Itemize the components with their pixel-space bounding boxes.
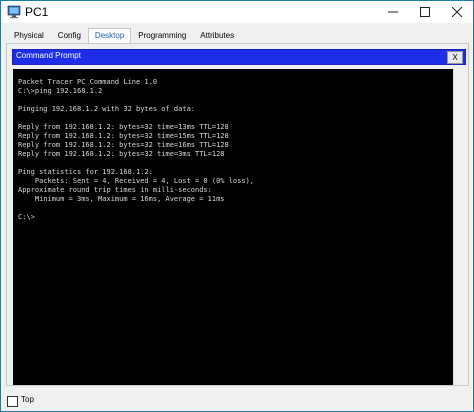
command-prompt-header: Command Prompt X bbox=[12, 49, 466, 65]
tab-attributes[interactable]: Attributes bbox=[193, 28, 241, 43]
window-title: PC1 bbox=[25, 5, 49, 19]
terminal-line: Minimum = 3ms, Maximum = 16ms, Average =… bbox=[18, 195, 225, 203]
terminal-scrollbar[interactable] bbox=[453, 69, 464, 385]
tab-physical[interactable]: Physical bbox=[7, 28, 51, 43]
terminal-output[interactable]: Packet Tracer PC Command Line 1.0 C:\>pi… bbox=[13, 69, 453, 385]
terminal-line: Packet Tracer PC Command Line 1.0 bbox=[18, 78, 158, 86]
terminal-line: Reply from 192.168.1.2: bytes=32 time=3m… bbox=[18, 150, 225, 158]
command-prompt-title: Command Prompt bbox=[16, 51, 81, 60]
pc1-window: PC1 Physical Config Desktop Programming … bbox=[0, 0, 474, 412]
pc-monitor-icon bbox=[7, 5, 21, 19]
command-prompt-close-button[interactable]: X bbox=[447, 51, 463, 64]
minimize-button[interactable] bbox=[377, 1, 409, 23]
terminal-line: Reply from 192.168.1.2: bytes=32 time=13… bbox=[18, 123, 229, 131]
terminal-line: C:\>ping 192.168.1.2 bbox=[18, 87, 103, 95]
top-checkbox[interactable] bbox=[7, 396, 18, 407]
top-label: Top bbox=[21, 395, 34, 404]
close-icon bbox=[452, 7, 462, 17]
title-bar[interactable]: PC1 bbox=[1, 1, 473, 23]
tab-desktop[interactable]: Desktop bbox=[87, 28, 132, 43]
maximize-button[interactable] bbox=[409, 1, 441, 23]
terminal-line: Ping statistics for 192.168.1.2: bbox=[18, 168, 153, 176]
terminal-line: Approximate round trip times in milli-se… bbox=[18, 186, 212, 194]
tab-config[interactable]: Config bbox=[51, 28, 88, 43]
bottom-bar: Top bbox=[1, 389, 473, 411]
tab-programming[interactable]: Programming bbox=[131, 28, 193, 43]
maximize-icon bbox=[420, 7, 430, 17]
terminal-line: Packets: Sent = 4, Received = 4, Lost = … bbox=[18, 177, 255, 185]
minimize-icon bbox=[388, 11, 398, 13]
tab-bar: Physical Config Desktop Programming Attr… bbox=[7, 28, 241, 43]
close-button[interactable] bbox=[441, 1, 473, 23]
desktop-panel: Command Prompt X Packet Tracer PC Comman… bbox=[6, 43, 469, 386]
terminal-line: Reply from 192.168.1.2: bytes=32 time=15… bbox=[18, 132, 229, 140]
terminal-line: Reply from 192.168.1.2: bytes=32 time=16… bbox=[18, 141, 229, 149]
terminal-line: Pinging 192.168.1.2 with 32 bytes of dat… bbox=[18, 105, 196, 113]
terminal-prompt[interactable]: C:\> bbox=[18, 213, 35, 222]
